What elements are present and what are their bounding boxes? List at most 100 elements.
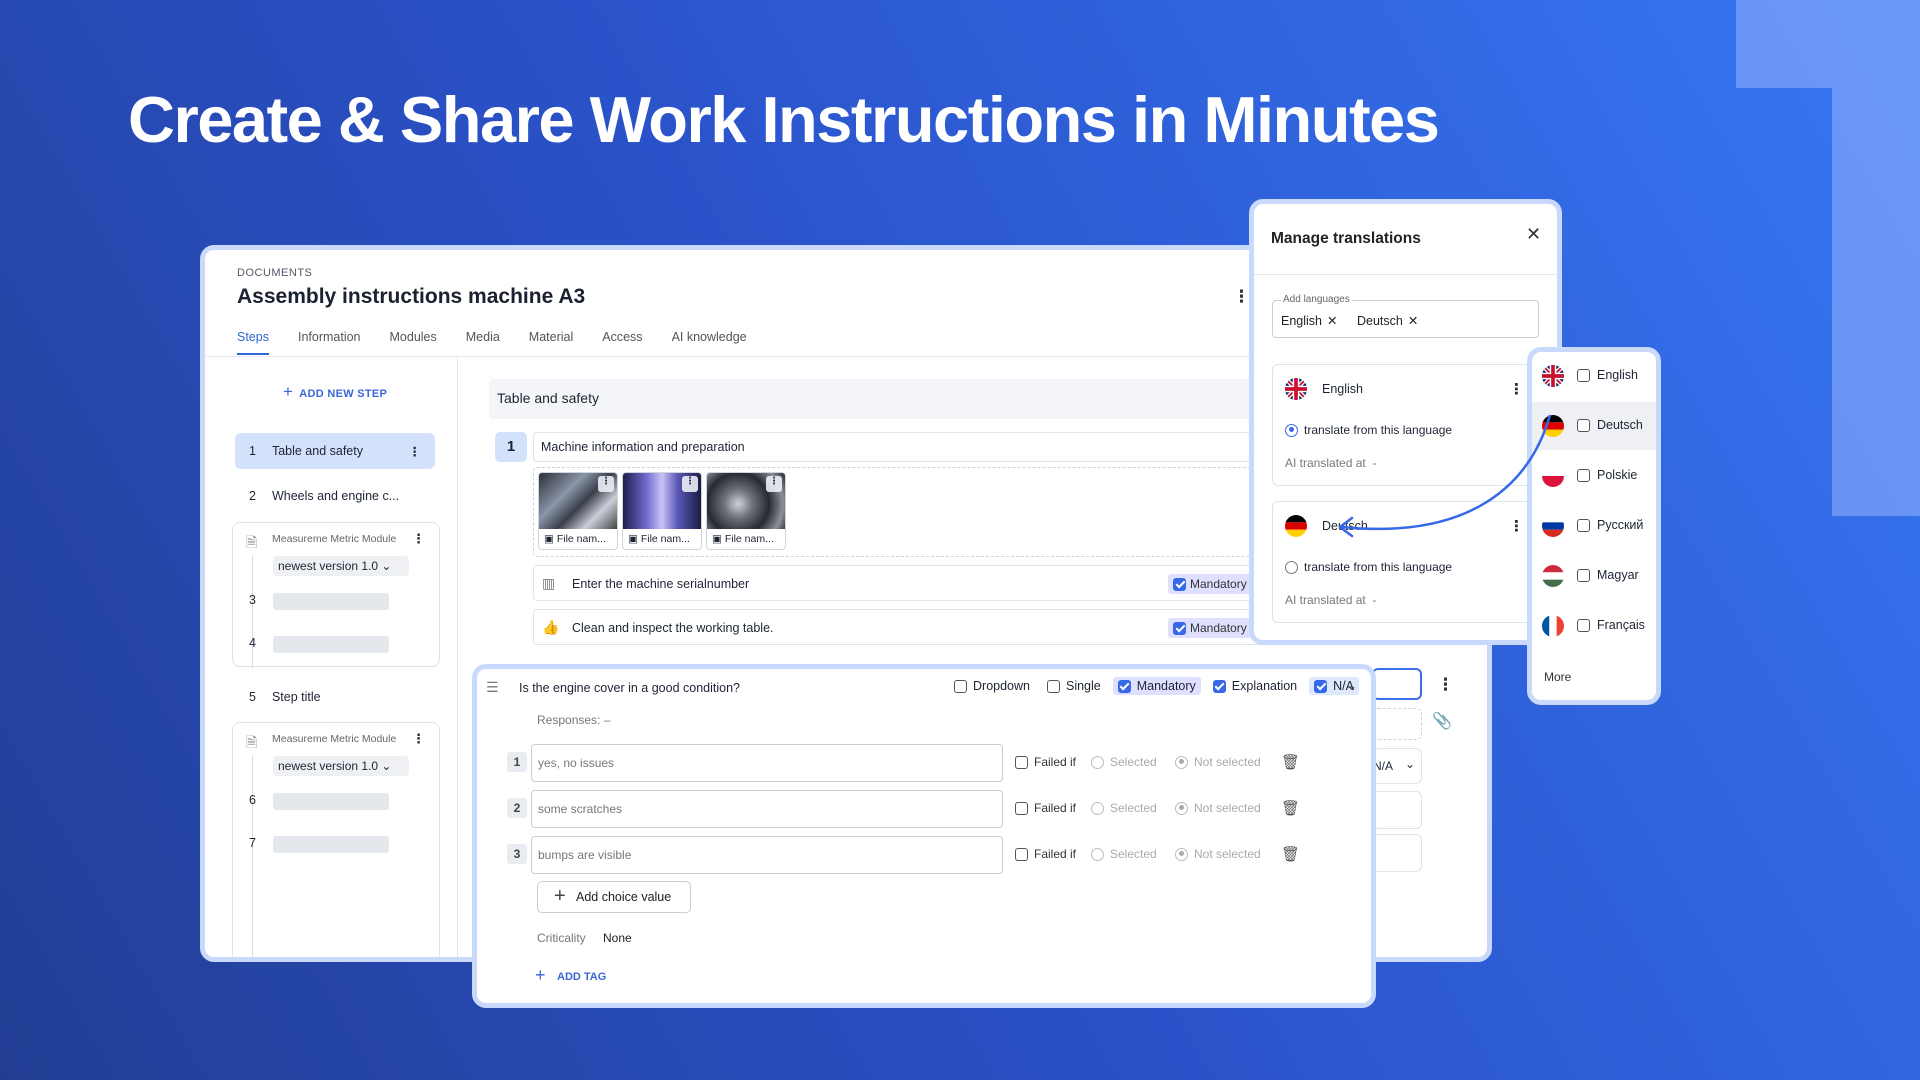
image-thumbnail[interactable]: ⋮ ▣ File nam... (706, 472, 786, 550)
section-title[interactable]: Table and safety (489, 379, 1289, 419)
more-link[interactable]: More (1544, 670, 1571, 684)
question-text[interactable]: Is the engine cover in a good condition? (519, 681, 740, 695)
close-icon[interactable]: ✕ (1327, 314, 1337, 328)
sidebar-step-item[interactable]: 2 Wheels and engine c... (235, 478, 435, 514)
kebab-menu-icon[interactable]: ⋮ (1437, 675, 1454, 695)
language-chip[interactable]: English ✕ (1281, 313, 1337, 328)
checkbox[interactable] (1577, 419, 1590, 432)
checkbox[interactable] (1314, 679, 1328, 693)
trash-icon[interactable]: 🗑 (1281, 799, 1300, 817)
language-chip[interactable]: Deutsch ✕ (1357, 313, 1418, 328)
tab-access[interactable]: Access (602, 330, 642, 355)
kebab-menu-icon[interactable]: ⋮ (1509, 380, 1524, 398)
input-field[interactable] (1372, 791, 1422, 829)
input-field[interactable] (1372, 834, 1422, 872)
mandatory-checkbox[interactable]: Mandatory (1168, 574, 1258, 594)
selected-radio[interactable]: Selected (1091, 801, 1157, 815)
add-choice-button[interactable]: Add choice value (537, 881, 691, 913)
language-option[interactable]: Français (1532, 602, 1656, 650)
checkbox[interactable] (1015, 847, 1028, 861)
tab-modules[interactable]: Modules (390, 330, 437, 355)
response-input[interactable]: some scratches (531, 790, 1003, 828)
checkbox[interactable] (1577, 569, 1590, 582)
close-icon[interactable]: ✕ (1408, 314, 1418, 328)
radio[interactable] (1175, 847, 1188, 861)
kebab-menu-icon[interactable]: ⋮ (682, 476, 698, 492)
sidebar-step-item[interactable]: 5 Step title (235, 679, 435, 715)
radio[interactable] (1175, 801, 1188, 815)
mandatory-checkbox[interactable]: Mandatory (1168, 618, 1258, 638)
checkbox[interactable] (954, 679, 967, 693)
criticality-value[interactable]: None (603, 931, 632, 945)
module-card[interactable]: 🗎 Measureme Metric Module ⋮ newest versi… (232, 722, 440, 957)
option-dropdown[interactable]: Dropdown (949, 677, 1035, 695)
radio[interactable] (1091, 847, 1104, 861)
dropzone[interactable] (1372, 708, 1422, 740)
radio[interactable] (1175, 755, 1188, 769)
failed-if-checkbox[interactable]: Failed if (1015, 755, 1076, 769)
input-field[interactable] (1372, 668, 1422, 700)
radio[interactable] (1285, 560, 1298, 574)
checkbox[interactable] (1577, 469, 1590, 482)
tab-media[interactable]: Media (466, 330, 500, 355)
kebab-menu-icon[interactable]: ⋮ (412, 731, 425, 747)
version-select[interactable]: newest version 1.0 ⌄ (273, 556, 409, 576)
not-selected-radio[interactable]: Not selected (1175, 801, 1261, 815)
substep-row[interactable]: ▥ Enter the machine serialnumber Mandato… (533, 565, 1313, 601)
not-selected-radio[interactable]: Not selected (1175, 755, 1261, 769)
attachment-icon[interactable]: 📎 (1432, 711, 1452, 731)
selected-radio[interactable]: Selected (1091, 847, 1157, 861)
module-card[interactable]: 🗎 Measureme Metric Module ⋮ newest versi… (232, 522, 440, 668)
not-selected-radio[interactable]: Not selected (1175, 847, 1261, 861)
tab-material[interactable]: Material (529, 330, 573, 355)
checkbox[interactable] (1046, 679, 1060, 693)
response-input[interactable]: bumps are visible (531, 836, 1003, 874)
radio[interactable] (1285, 423, 1298, 437)
checkbox[interactable] (1212, 679, 1226, 693)
kebab-menu-icon[interactable]: ⋮ (409, 444, 422, 459)
version-select[interactable]: newest version 1.0 ⌄ (273, 756, 409, 776)
checkbox[interactable] (1015, 801, 1028, 815)
image-thumbnail[interactable]: ⋮ ▣ File nam... (622, 472, 702, 550)
na-select[interactable]: N/A ⌄ (1372, 748, 1422, 784)
checkbox[interactable] (1015, 755, 1028, 769)
image-thumbnail[interactable]: ⋮ ▣ File nam... (538, 472, 618, 550)
failed-if-checkbox[interactable]: Failed if (1015, 801, 1076, 815)
trash-icon[interactable]: 🗑 (1281, 845, 1300, 863)
option-single[interactable]: Single (1042, 677, 1106, 695)
checkbox[interactable] (1117, 679, 1131, 693)
tab-steps[interactable]: Steps (237, 330, 269, 355)
language-option[interactable]: Magyar (1532, 552, 1656, 600)
kebab-menu-icon[interactable]: ⋮ (598, 476, 614, 492)
checkbox[interactable] (1173, 578, 1186, 591)
kebab-menu-icon[interactable]: ⋮ (766, 476, 782, 492)
option-mandatory[interactable]: Mandatory (1112, 677, 1201, 695)
option-explanation[interactable]: Explanation (1208, 677, 1302, 695)
checkbox[interactable] (1577, 619, 1590, 632)
substep-row[interactable]: 👍 Clean and inspect the working table. M… (533, 609, 1313, 645)
failed-if-checkbox[interactable]: Failed if (1015, 847, 1076, 861)
tab-information[interactable]: Information (298, 330, 361, 355)
checkbox[interactable] (1577, 519, 1590, 532)
response-input[interactable]: yes, no issues (531, 744, 1003, 782)
radio[interactable] (1091, 801, 1104, 815)
checkbox[interactable] (1173, 622, 1186, 635)
checkbox[interactable] (1577, 369, 1590, 382)
add-tag-button[interactable]: ADD TAG (535, 965, 606, 986)
selected-radio[interactable]: Selected (1091, 755, 1157, 769)
translate-from-radio[interactable]: translate from this language (1285, 560, 1452, 574)
tab-ai-knowledge[interactable]: AI knowledge (672, 330, 747, 355)
breadcrumb[interactable]: DOCUMENTS (237, 267, 312, 279)
chevron-down-icon[interactable]: ⌄ (1347, 679, 1357, 693)
step-title-input[interactable]: Machine information and preparation (533, 432, 1313, 462)
image-dropzone[interactable]: ⋮ ▣ File nam... ⋮ ▣ File nam... ⋮ ▣ File… (533, 467, 1313, 557)
kebab-menu-icon[interactable]: ⋮ (1233, 287, 1250, 307)
sidebar-step-item[interactable]: 1 Table and safety ⋮ (235, 433, 435, 469)
add-languages-input[interactable]: Add languages English ✕ Deutsch ✕ (1272, 294, 1539, 338)
add-step-button[interactable]: + ADD NEW STEP (283, 382, 387, 402)
kebab-menu-icon[interactable]: ⋮ (412, 531, 425, 547)
close-icon[interactable]: ✕ (1526, 224, 1541, 245)
language-option[interactable]: English (1532, 352, 1656, 400)
radio[interactable] (1091, 755, 1104, 769)
trash-icon[interactable]: 🗑 (1281, 753, 1300, 771)
